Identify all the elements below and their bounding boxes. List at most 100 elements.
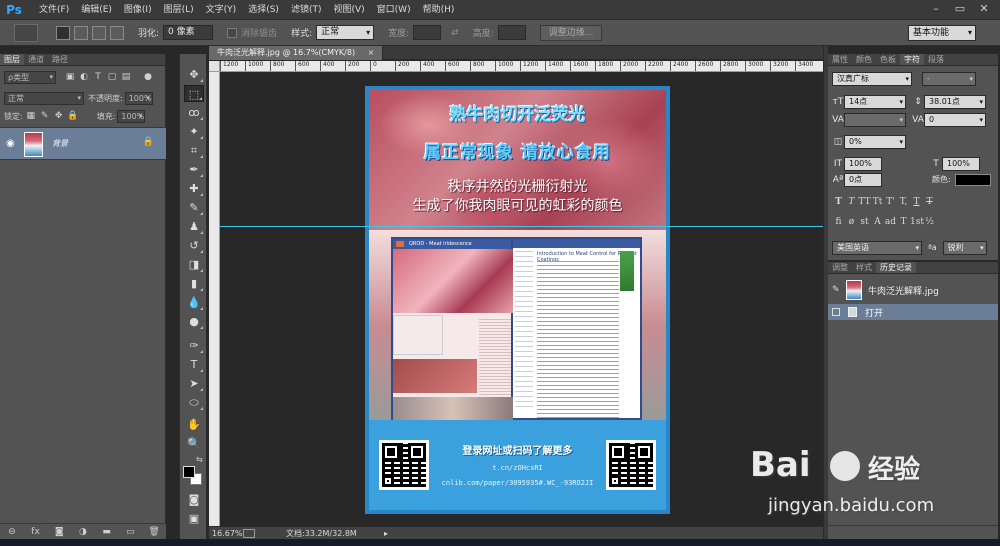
lasso-tool-icon[interactable]: ꝏ xyxy=(184,104,204,121)
titling-alt-icon[interactable]: T xyxy=(897,217,910,227)
history-state-open[interactable]: 打开 xyxy=(828,304,998,320)
swap-colors-icon[interactable]: ⇆ xyxy=(196,455,203,464)
vertical-scale-input[interactable]: 100% xyxy=(844,156,882,171)
layer-mask-icon[interactable]: ◙ xyxy=(53,527,65,537)
menu-filter[interactable]: 滤镜(T) xyxy=(285,0,328,20)
font-size-select[interactable]: 14点 xyxy=(844,94,906,109)
small-caps-icon[interactable]: Tt xyxy=(871,197,884,207)
path-select-tool-icon[interactable]: ➤ xyxy=(184,375,204,392)
tab-color[interactable]: 颜色 xyxy=(852,54,876,65)
rect-marquee-tool-icon[interactable]: ⬚ xyxy=(184,85,204,102)
subscript-icon[interactable]: T, xyxy=(897,197,910,207)
lock-image-icon[interactable]: ✎ xyxy=(39,110,51,122)
menu-edit[interactable]: 编辑(E) xyxy=(75,0,118,20)
history-brush-source-icon[interactable]: ✎ xyxy=(832,285,840,295)
ruler-origin[interactable] xyxy=(209,61,220,72)
document-tab[interactable]: 牛肉泛光解释.jpg @ 16.7%(CMYK/8) × xyxy=(209,46,384,60)
feather-input[interactable]: 0 像素 xyxy=(163,25,214,40)
swash-icon[interactable]: A xyxy=(871,217,884,227)
status-preview-icon[interactable] xyxy=(243,529,255,538)
healing-brush-tool-icon[interactable]: ✚ xyxy=(184,180,204,197)
gradient-tool-icon[interactable]: ▮ xyxy=(184,275,204,292)
ellipse-tool-icon[interactable]: ⬭ xyxy=(184,394,204,411)
width-input[interactable] xyxy=(413,25,442,40)
layer-filter-select[interactable]: ρ类型 xyxy=(4,70,56,84)
tab-paths[interactable]: 路径 xyxy=(48,54,72,65)
trash-icon[interactable]: 🗑 xyxy=(148,527,160,537)
visibility-eye-icon[interactable]: ◉ xyxy=(6,138,15,149)
ordinals-icon[interactable]: 1st xyxy=(910,217,924,227)
lock-position-icon[interactable]: ✥ xyxy=(53,110,65,122)
tab-character[interactable]: 字符 xyxy=(900,54,924,65)
tab-channels[interactable]: 通道 xyxy=(24,54,48,65)
language-select[interactable]: 美国英语 xyxy=(832,240,922,255)
antialias-select[interactable]: 锐利 xyxy=(942,240,987,255)
horizontal-ruler[interactable]: 1200 1000 800 600 400 200 0 200 400 600 800 1000 120… xyxy=(220,61,823,72)
rectangular-marquee-preset-icon[interactable] xyxy=(14,23,38,42)
crop-tool-icon[interactable]: ⌗ xyxy=(184,142,204,159)
menu-image[interactable]: 图像(I) xyxy=(118,0,158,20)
stylistic-alt-icon[interactable]: ad xyxy=(884,217,897,227)
quick-mask-icon[interactable]: ◙ xyxy=(184,491,204,508)
baseline-shift-input[interactable]: 0点 xyxy=(844,172,882,187)
filter-shape-icon[interactable]: ▢ xyxy=(106,71,118,83)
pen-tool-icon[interactable]: ✑ xyxy=(184,337,204,354)
antialias-checkbox[interactable] xyxy=(227,27,238,38)
lock-all-icon[interactable]: 🔒 xyxy=(67,110,79,122)
dodge-tool-icon[interactable]: ● xyxy=(184,313,204,330)
tracking-select[interactable]: 0 xyxy=(924,112,986,127)
strikethrough-icon[interactable]: T xyxy=(923,197,936,207)
filter-toggle-icon[interactable]: ● xyxy=(142,71,154,83)
swap-dimensions-icon[interactable]: ⇄ xyxy=(451,28,459,38)
underline-icon[interactable]: T xyxy=(910,197,923,207)
layer-style-icon[interactable]: fx xyxy=(30,527,42,537)
menu-window[interactable]: 窗口(W) xyxy=(371,0,417,20)
kerning-select[interactable] xyxy=(844,112,906,127)
superscript-icon[interactable]: T' xyxy=(884,197,897,207)
new-layer-icon[interactable]: ▭ xyxy=(124,527,136,537)
hand-tool-icon[interactable]: ✋ xyxy=(184,416,204,433)
add-to-selection-icon[interactable] xyxy=(74,25,88,40)
ligature-icon[interactable]: fi xyxy=(832,217,845,227)
proportional-spacing-select[interactable]: 0% xyxy=(844,134,906,149)
move-tool-icon[interactable]: ✥ xyxy=(184,66,204,83)
all-caps-icon[interactable]: TT xyxy=(858,197,871,207)
history-snapshot[interactable]: ✎ 牛肉泛光解释.jpg xyxy=(828,276,998,304)
menu-type[interactable]: 文字(Y) xyxy=(200,0,243,20)
guide-line[interactable] xyxy=(220,226,823,227)
filter-adjust-icon[interactable]: ◐ xyxy=(78,71,90,83)
fill-input[interactable]: 100% xyxy=(117,109,146,123)
tab-properties[interactable]: 属性 xyxy=(828,54,852,65)
tab-history[interactable]: 历史记录 xyxy=(876,262,916,273)
history-state-checkbox[interactable] xyxy=(832,308,840,316)
text-color-swatch[interactable] xyxy=(954,173,991,186)
filter-pixel-icon[interactable]: ▣ xyxy=(64,71,76,83)
group-folder-icon[interactable]: ▬ xyxy=(101,527,113,537)
blur-tool-icon[interactable]: 💧 xyxy=(184,294,204,311)
brush-tool-icon[interactable]: ✎ xyxy=(184,199,204,216)
eyedropper-tool-icon[interactable]: ✒ xyxy=(184,161,204,178)
filter-type-icon[interactable]: T xyxy=(92,71,104,83)
type-tool-icon[interactable]: T xyxy=(184,356,204,373)
tab-adjustments[interactable]: 调整 xyxy=(828,262,852,273)
horizontal-scale-input[interactable]: 100% xyxy=(942,156,980,171)
menu-help[interactable]: 帮助(H) xyxy=(417,0,461,20)
height-input[interactable] xyxy=(497,25,526,40)
eraser-tool-icon[interactable]: ◨ xyxy=(184,256,204,273)
font-family-select[interactable]: 汉真广标 xyxy=(832,71,912,86)
clone-stamp-tool-icon[interactable]: ♟ xyxy=(184,218,204,235)
filter-smart-icon[interactable]: ▤ xyxy=(120,71,132,83)
zoom-tool-icon[interactable]: 🔍 xyxy=(184,435,204,452)
subtract-from-selection-icon[interactable] xyxy=(92,25,106,40)
quick-select-tool-icon[interactable]: ✦ xyxy=(184,123,204,140)
tab-styles[interactable]: 样式 xyxy=(852,262,876,273)
workspace-select[interactable]: 基本功能 xyxy=(908,25,976,41)
blend-mode-select[interactable]: 正常 xyxy=(4,91,84,105)
faux-bold-icon[interactable]: T xyxy=(832,197,845,207)
contextual-alt-icon[interactable]: ø xyxy=(845,217,858,227)
link-layers-icon[interactable]: ⊖ xyxy=(6,527,18,537)
faux-italic-icon[interactable]: T xyxy=(845,197,858,207)
layer-row-background[interactable]: ◉ 背景 🔒 xyxy=(0,127,166,160)
tab-layers[interactable]: 图层 xyxy=(0,54,24,65)
leading-select[interactable]: 38.01点 xyxy=(924,94,986,109)
